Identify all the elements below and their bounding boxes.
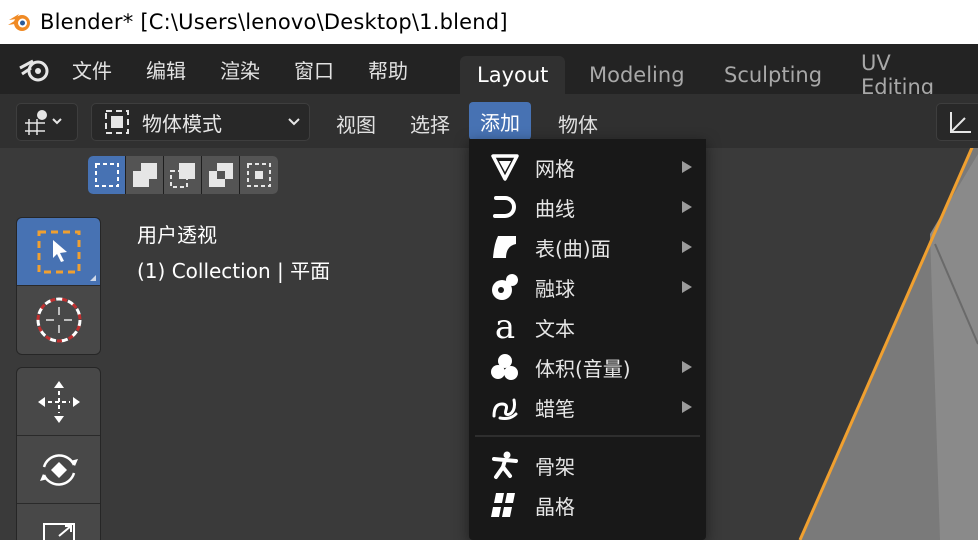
rotate-tool[interactable] bbox=[17, 436, 100, 504]
transform-orientation-button[interactable] bbox=[936, 103, 978, 141]
add-menu-item-curve[interactable]: 曲线 bbox=[469, 187, 706, 227]
select-intersect-icon bbox=[247, 163, 271, 187]
select-extend-icon bbox=[132, 163, 157, 187]
view-name-label: 用户透视 bbox=[137, 223, 217, 247]
top-bar: 文件 编辑 渲染 窗口 帮助 Layout Modeling Sculpting… bbox=[0, 44, 978, 99]
add-menu-item-label: 晶格 bbox=[535, 494, 575, 519]
mode-selector[interactable]: 物体模式 bbox=[91, 103, 310, 141]
select-intersect-button[interactable] bbox=[240, 156, 278, 194]
menu-window[interactable]: 窗口 bbox=[294, 55, 334, 84]
blender-logo-icon bbox=[0, 0, 40, 44]
menu-file[interactable]: 文件 bbox=[72, 55, 112, 84]
tab-sculpting[interactable]: Sculpting bbox=[707, 56, 839, 94]
scale-tool[interactable] bbox=[17, 504, 100, 540]
3d-view-icon bbox=[25, 110, 62, 135]
3d-viewport[interactable]: 物体模式 视图 选择 添加 物体 用户透视 (1) Collection | 平… bbox=[0, 94, 978, 540]
select-invert-icon bbox=[208, 163, 233, 187]
select-subtract-icon bbox=[169, 163, 195, 188]
add-menu-item-armature[interactable]: 骨架 bbox=[469, 445, 706, 485]
volume-icon bbox=[487, 351, 523, 383]
submenu-arrow-icon bbox=[682, 201, 692, 213]
cursor-icon bbox=[36, 297, 81, 343]
menu-separator bbox=[475, 435, 700, 437]
toolbar-transform-group bbox=[16, 367, 101, 540]
menu-help[interactable]: 帮助 bbox=[368, 55, 408, 84]
add-menu-item-label: 体积(音量) bbox=[535, 356, 631, 381]
submenu-arrow-icon bbox=[682, 361, 692, 373]
editor-type-button[interactable] bbox=[16, 103, 78, 141]
add-menu-item-text[interactable]: a 文本 bbox=[469, 307, 706, 347]
armature-icon bbox=[487, 449, 523, 481]
tool-variants-indicator bbox=[90, 275, 96, 281]
menu-object[interactable]: 物体 bbox=[547, 105, 609, 141]
window-title: Blender* [C:\Users\lenovo\Desktop\1.blen… bbox=[40, 10, 508, 34]
add-menu-item-lattice[interactable]: 晶格 bbox=[469, 485, 706, 525]
mesh-icon bbox=[487, 151, 523, 183]
add-menu-item-label: 融球 bbox=[535, 276, 575, 301]
menu-view[interactable]: 视图 bbox=[325, 105, 387, 141]
axis-gizmo-icon bbox=[950, 112, 971, 133]
submenu-arrow-icon bbox=[682, 401, 692, 413]
tab-uv-editing[interactable]: UV Editing bbox=[844, 51, 978, 99]
add-menu-item-label: 文本 bbox=[535, 316, 575, 341]
add-menu-item-label: 网格 bbox=[535, 156, 575, 181]
select-new-button[interactable] bbox=[88, 156, 126, 194]
move-tool[interactable] bbox=[17, 368, 100, 436]
tab-modeling[interactable]: Modeling bbox=[572, 56, 702, 94]
submenu-arrow-icon bbox=[682, 161, 692, 173]
add-menu-item-label: 蜡笔 bbox=[535, 396, 575, 421]
lattice-icon bbox=[487, 489, 523, 521]
submenu-arrow-icon bbox=[682, 241, 692, 253]
add-menu-item-mesh[interactable]: 网格 bbox=[469, 147, 706, 187]
add-menu-item-label: 表(曲)面 bbox=[535, 236, 611, 261]
move-icon bbox=[37, 380, 80, 423]
select-set-icon bbox=[94, 163, 119, 187]
add-menu-item-label: 骨架 bbox=[535, 454, 575, 479]
select-subtract-button[interactable] bbox=[164, 156, 202, 194]
add-menu-item-label: 曲线 bbox=[535, 196, 575, 221]
toolbar-select-group bbox=[16, 217, 101, 355]
cursor-tool[interactable] bbox=[17, 286, 100, 354]
window-titlebar: Blender* [C:\Users\lenovo\Desktop\1.blen… bbox=[0, 0, 978, 44]
collection-info-label: (1) Collection | 平面 bbox=[137, 259, 331, 283]
menu-add[interactable]: 添加 bbox=[469, 102, 531, 140]
selection-mode-group bbox=[88, 156, 278, 194]
select-extend-button[interactable] bbox=[126, 156, 164, 194]
surface-icon bbox=[487, 231, 523, 263]
select-invert-button[interactable] bbox=[202, 156, 240, 194]
scale-icon bbox=[42, 523, 75, 540]
chevron-down-icon bbox=[288, 118, 300, 126]
add-menu-dropdown: 网格 曲线 表(曲)面 融球 a 文本 体积(音量) 蜡笔 骨架 晶格 bbox=[469, 139, 706, 540]
metaball-icon bbox=[487, 271, 523, 303]
add-menu-item-grease-pencil[interactable]: 蜡笔 bbox=[469, 387, 706, 427]
menu-edit[interactable]: 编辑 bbox=[146, 55, 186, 84]
menu-select[interactable]: 选择 bbox=[399, 105, 461, 141]
grease-pencil-icon bbox=[487, 391, 523, 423]
mode-label: 物体模式 bbox=[142, 111, 222, 136]
tab-layout[interactable]: Layout bbox=[460, 56, 566, 94]
select-box-tool[interactable] bbox=[17, 218, 100, 286]
curve-icon bbox=[487, 191, 523, 223]
rotate-icon bbox=[39, 453, 78, 486]
submenu-arrow-icon bbox=[682, 281, 692, 293]
text-icon: a bbox=[487, 310, 523, 344]
svg-text:a: a bbox=[495, 310, 515, 344]
blender-menu-icon[interactable] bbox=[18, 56, 52, 84]
add-menu-item-metaball[interactable]: 融球 bbox=[469, 267, 706, 307]
add-menu-item-volume[interactable]: 体积(音量) bbox=[469, 347, 706, 387]
add-menu-item-surface[interactable]: 表(曲)面 bbox=[469, 227, 706, 267]
menu-render[interactable]: 渲染 bbox=[220, 55, 260, 84]
select-box-icon bbox=[37, 230, 80, 273]
object-mode-icon bbox=[105, 110, 129, 134]
